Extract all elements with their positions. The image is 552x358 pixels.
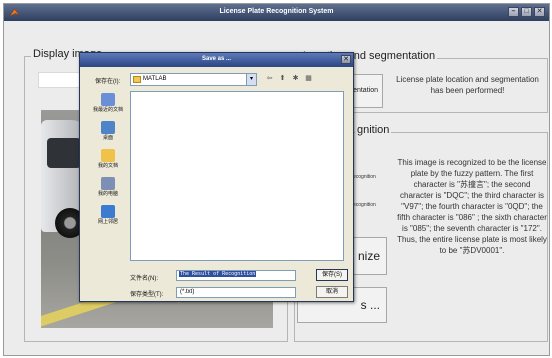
main-titlebar: License Plate Recognition System – □ ✕	[4, 4, 549, 21]
dialog-title: Save as ...	[201, 56, 232, 62]
recent-documents-icon	[101, 93, 115, 106]
save-in-folder-select[interactable]: MATLAB ▾	[130, 73, 257, 86]
filename-label: 文件名(N):	[130, 276, 158, 282]
up-folder-icon[interactable]: ⬆	[278, 74, 287, 84]
new-folder-icon[interactable]: ✱	[291, 74, 300, 84]
filetype-label: 保存类型(T):	[130, 292, 164, 298]
close-button[interactable]: ✕	[534, 7, 545, 17]
recognition-result-text: This image is recognized to be the licen…	[397, 158, 547, 255]
cancel-button[interactable]: 取消	[316, 286, 348, 298]
window-title: License Plate Recognition System	[219, 8, 334, 15]
minimize-button[interactable]: –	[508, 7, 519, 17]
place-recent-documents[interactable]: 我最近的文档	[88, 93, 128, 118]
folder-icon	[133, 76, 141, 83]
desktop-icon	[101, 121, 115, 134]
filetype-select[interactable]: (*.txt)	[176, 287, 296, 298]
chevron-down-icon[interactable]: ▾	[246, 74, 256, 85]
recognition-title: gnition	[355, 124, 392, 136]
file-list[interactable]	[130, 91, 344, 261]
save-in-label: 保存在(I):	[95, 79, 121, 85]
places-bar: 我最近的文档 桌面 我的文档 我的电脑 网上邻居	[88, 93, 128, 233]
place-desktop[interactable]: 桌面	[88, 121, 128, 146]
place-my-documents[interactable]: 我的文档	[88, 149, 128, 174]
dialog-titlebar: Save as ... ✕	[80, 53, 353, 67]
window-controls: – □ ✕	[508, 7, 545, 17]
save-button[interactable]: 保存(S)	[316, 269, 348, 281]
place-network[interactable]: 网上邻居	[88, 205, 128, 230]
location-status-text: License plate location and segmentation …	[396, 75, 539, 95]
dialog-toolbar: ⇦ ⬆ ✱ ▦	[265, 74, 313, 84]
maximize-button[interactable]: □	[521, 7, 532, 17]
network-icon	[101, 205, 115, 218]
my-documents-icon	[101, 149, 115, 162]
place-my-computer[interactable]: 我的电脑	[88, 177, 128, 202]
folder-name: MATLAB	[143, 76, 167, 82]
save-as-dialog: Save as ... ✕ 保存在(I): MATLAB ▾ ⇦ ⬆ ✱ ▦ 我…	[79, 52, 354, 302]
filename-value: The Result of Recognition	[179, 271, 257, 277]
view-menu-icon[interactable]: ▦	[304, 74, 313, 84]
filetype-value: (*.txt)	[180, 289, 195, 295]
recognition-label-2: ecognition	[353, 202, 376, 208]
my-computer-icon	[101, 177, 115, 190]
filename-input[interactable]: The Result of Recognition	[176, 270, 296, 281]
recognition-label-1: ecognition	[353, 174, 376, 180]
back-icon[interactable]: ⇦	[265, 74, 274, 84]
dialog-close-button[interactable]: ✕	[341, 55, 351, 64]
